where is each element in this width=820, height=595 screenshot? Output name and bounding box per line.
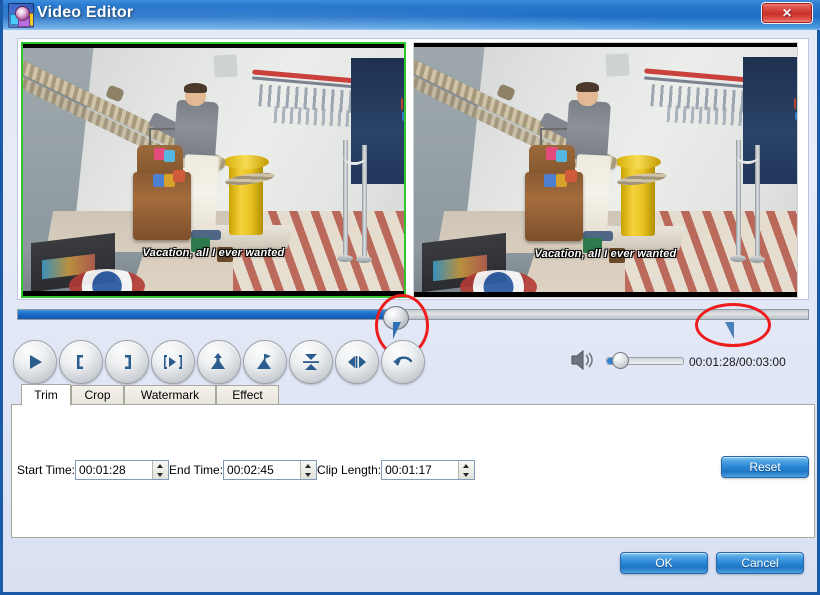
start-time-label: Start Time:: [17, 463, 76, 477]
reset-button[interactable]: Reset: [721, 456, 809, 478]
video-editor-window: Video Editor ✕ Vacation, all I ever want…: [0, 0, 820, 595]
output-preview-pane[interactable]: Vacation, all I ever wanted: [413, 42, 798, 298]
start-time-spin-buttons[interactable]: [152, 461, 169, 479]
bracket-right-icon: [106, 341, 148, 383]
trim-end-marker[interactable]: [725, 322, 734, 339]
previous-frame-button[interactable]: [335, 340, 379, 384]
tab-watermark[interactable]: Watermark: [124, 385, 216, 405]
split-button[interactable]: [289, 340, 333, 384]
clip-length-label: Clip Length:: [317, 463, 382, 477]
end-time-spin-buttons[interactable]: [300, 461, 317, 479]
clip-length-input[interactable]: 00:01:17: [382, 461, 460, 479]
play-button[interactable]: [13, 340, 57, 384]
trim-fields-row: Start Time: 00:01:28 End Time: 00:02:45 Clip…: [17, 460, 476, 480]
volume-slider-knob[interactable]: [612, 352, 629, 369]
video-editor-icon: [8, 3, 34, 28]
timeline-track[interactable]: [17, 309, 809, 320]
mountain-up-icon: [198, 341, 240, 383]
play-icon: [14, 341, 56, 383]
end-time-spin-down[interactable]: [301, 470, 316, 479]
clip-length-spin-buttons[interactable]: [458, 461, 475, 479]
end-time-input[interactable]: 00:02:45: [224, 461, 302, 479]
preview-clip-button[interactable]: [151, 340, 195, 384]
step-back-icon: [336, 341, 378, 383]
tab-effect[interactable]: Effect: [216, 385, 279, 405]
time-display: 00:01:28/00:03:00: [689, 355, 786, 369]
close-icon: ✕: [781, 6, 793, 20]
clip-length-stepper[interactable]: 00:01:17: [381, 460, 476, 480]
set-end-button[interactable]: [105, 340, 149, 384]
end-time-spin-up[interactable]: [301, 461, 316, 470]
ok-button[interactable]: OK: [620, 552, 708, 574]
snapshot-button[interactable]: [197, 340, 241, 384]
start-time-spin-up[interactable]: [153, 461, 168, 470]
trim-start-marker[interactable]: [393, 322, 401, 339]
start-time-spin-down[interactable]: [153, 470, 168, 479]
undo-arrow-icon: [382, 341, 424, 383]
undo-button[interactable]: [381, 340, 425, 384]
title-bar: Video Editor ✕: [3, 0, 820, 30]
video-frame-right: Vacation, all I ever wanted: [414, 43, 797, 297]
preview-area: Vacation, all I ever wanted Vacation, al…: [17, 38, 809, 300]
clip-length-spin-down[interactable]: [459, 470, 474, 479]
tab-crop[interactable]: Crop: [71, 385, 124, 405]
clip-length-spin-up[interactable]: [459, 461, 474, 470]
start-time-stepper[interactable]: 00:01:28: [75, 460, 170, 480]
set-start-button[interactable]: [59, 340, 103, 384]
trim-tab-panel: Start Time: 00:01:28 End Time: 00:02:45 Clip…: [11, 404, 815, 538]
mountain-flag-icon: [244, 341, 286, 383]
close-button[interactable]: ✕: [761, 2, 813, 24]
end-time-label: End Time:: [169, 463, 224, 477]
video-subtitle-left: Vacation, all I ever wanted: [142, 247, 285, 260]
cancel-button[interactable]: Cancel: [716, 552, 804, 574]
end-time-stepper[interactable]: 00:02:45: [223, 460, 318, 480]
window-title: Video Editor: [37, 4, 134, 21]
capture-button[interactable]: [243, 340, 287, 384]
video-subtitle-right: Vacation, all I ever wanted: [534, 248, 677, 261]
timeline-progress-fill: [18, 310, 398, 319]
tab-trim[interactable]: Trim: [21, 384, 71, 406]
collapse-vertical-icon: [290, 341, 332, 383]
original-preview-pane[interactable]: Vacation, all I ever wanted: [21, 42, 406, 298]
bracket-play-icon: [152, 341, 194, 383]
bracket-left-icon: [60, 341, 102, 383]
video-frame-left: Vacation, all I ever wanted: [23, 44, 404, 296]
speaker-icon[interactable]: [570, 348, 596, 372]
timeline[interactable]: [17, 306, 809, 322]
start-time-input[interactable]: 00:01:28: [76, 461, 154, 479]
